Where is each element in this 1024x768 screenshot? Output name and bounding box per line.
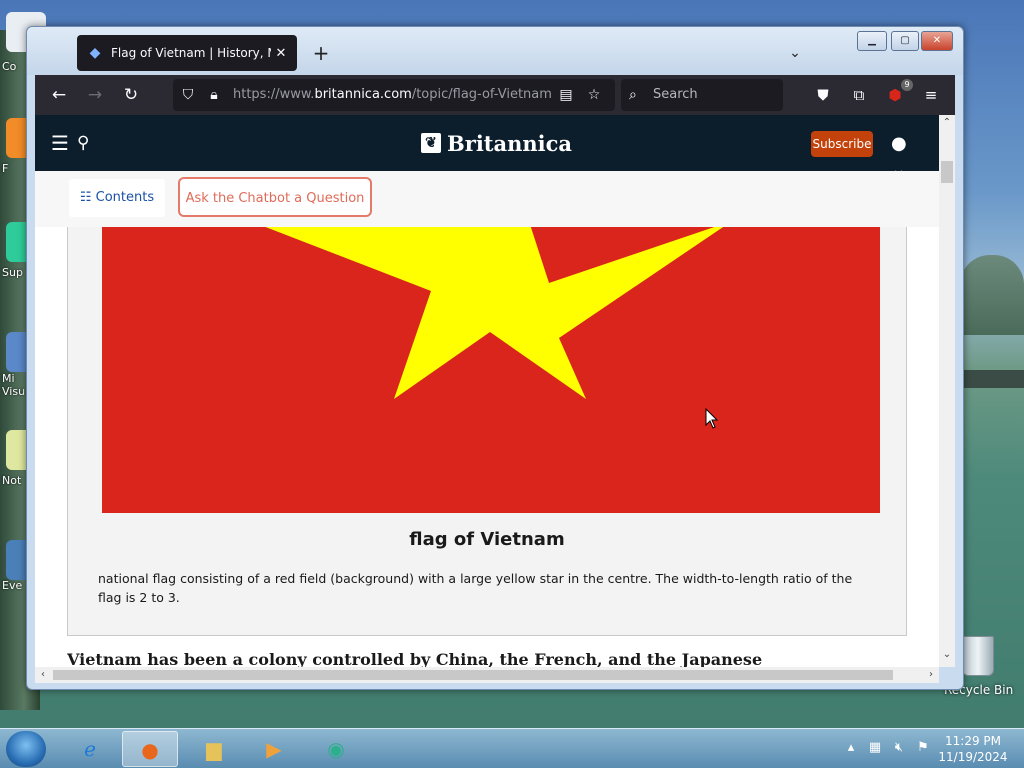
search-input[interactable]: ⌕ Search (621, 79, 783, 111)
user-account-icon[interactable]: ● ⌄ (891, 131, 925, 180)
desktop-icon-label: Co (2, 60, 17, 73)
navigation-toolbar: ← → ↻ ⛉ 🔒︎ https://www.britannica.com/to… (35, 75, 955, 115)
flag-svg (102, 227, 880, 513)
shield-icon[interactable]: ⛉ (177, 83, 199, 107)
tab-active[interactable]: ◆ Flag of Vietnam | History, Mean ✕ (77, 35, 297, 71)
tab-strip: ◆ Flag of Vietnam | History, Mean ✕ + ⌄ … (27, 27, 963, 75)
logo-text: Britannica (447, 130, 573, 156)
start-button[interactable] (6, 731, 46, 767)
article-toolbar: ☷ Contents Ask the Chatbot a Question (35, 171, 939, 227)
extension-badge: 9 (901, 79, 913, 91)
britannica-header: ☰ ⚲ ❦ Britannica Subscribe ● ⌄ (35, 115, 939, 180)
article-paragraph: Vietnam has been a colony controlled by … (67, 650, 763, 667)
url-bar[interactable]: ⛉ 🔒︎ https://www.britannica.com/topic/fl… (173, 79, 615, 111)
figure: flag of Vietnam national flag consisting… (67, 227, 907, 636)
new-tab-button[interactable]: + (309, 41, 333, 65)
britannica-logo[interactable]: ❦ Britannica (421, 129, 572, 157)
contents-button[interactable]: ☷ Contents (69, 179, 165, 217)
desktop-icon-label: Eve (2, 579, 23, 592)
vietnam-flag-image[interactable] (102, 227, 880, 513)
search-icon: ⌕ (629, 87, 637, 103)
mouse-cursor-icon (705, 408, 719, 429)
network-icon[interactable]: ▦ (866, 739, 884, 757)
taskbar-media-player-icon[interactable]: ▶ (246, 731, 302, 767)
site-search-icon[interactable]: ⚲ (77, 133, 99, 155)
list-all-tabs-chevron-icon[interactable]: ⌄ (783, 41, 807, 65)
pocket-icon[interactable]: ⛊ (811, 83, 835, 107)
contents-label: Contents (95, 190, 155, 205)
hamburger-menu-icon[interactable]: ≡ (919, 83, 943, 107)
taskbar-internet-explorer-icon[interactable]: ℯ (62, 731, 118, 767)
tab-title: Flag of Vietnam | History, Mean (111, 46, 271, 60)
bookmark-star-icon[interactable]: ☆ (583, 83, 605, 107)
reader-view-icon[interactable]: ▤ (555, 83, 577, 107)
action-center-flag-icon[interactable]: ⚑ (914, 739, 932, 757)
vertical-scroll-thumb[interactable] (941, 161, 953, 183)
minimize-button[interactable]: ▁ (857, 31, 887, 51)
figure-title: flag of Vietnam (409, 529, 565, 550)
scroll-up-arrow-icon[interactable]: ⌃ (939, 115, 955, 131)
horizontal-scroll-thumb[interactable] (53, 670, 893, 680)
taskbar-firefox-icon[interactable]: ● (122, 731, 178, 767)
lock-icon[interactable]: 🔒︎ (203, 83, 225, 107)
scroll-left-arrow-icon[interactable]: ‹ (35, 667, 51, 683)
url-text[interactable]: https://www.britannica.com/topic/flag-of… (233, 87, 553, 102)
desktop-icon-label: Not (2, 474, 22, 487)
ask-chatbot-button[interactable]: Ask the Chatbot a Question (178, 177, 372, 217)
britannica-favicon-icon: ◆ (89, 45, 101, 61)
show-hidden-icons-icon[interactable]: ▴ (842, 739, 860, 757)
figure-caption: national flag consisting of a red field … (98, 571, 853, 605)
taskbar-file-explorer-icon[interactable]: ▆ (186, 731, 242, 767)
list-icon: ☷ (79, 190, 92, 205)
browser-window: ◆ Flag of Vietnam | History, Mean ✕ + ⌄ … (26, 26, 964, 690)
subscribe-button[interactable]: Subscribe (811, 131, 873, 157)
clock-date: 11/19/2024 (938, 750, 1008, 764)
desktop-icon-label: Sup (2, 266, 23, 279)
tab-close-icon[interactable]: ✕ (271, 46, 291, 61)
search-placeholder: Search (653, 87, 698, 102)
forward-arrow-icon[interactable]: → (83, 83, 107, 107)
desktop-wallpaper-island (960, 255, 1024, 335)
desktop-wallpaper-boat (960, 370, 1024, 388)
horizontal-scrollbar[interactable]: ‹ › (35, 667, 939, 683)
britannica-thistle-icon: ❦ (421, 133, 441, 153)
taskbar-app-icon[interactable]: ◉ (308, 731, 364, 767)
desktop-icon-label: F (2, 162, 9, 175)
volume-muted-icon[interactable]: 🔇︎ (890, 739, 908, 757)
clock[interactable]: 11:29 PM 11/19/2024 (938, 733, 1008, 765)
extensions-puzzle-icon[interactable]: ⧉ (847, 83, 871, 107)
taskbar: ℯ ● ▆ ▶ ◉ ▴ ▦ 🔇︎ ⚑ 11:29 PM 11/19/2024 (0, 728, 1024, 768)
menu-icon[interactable]: ☰ (51, 133, 73, 155)
scroll-down-arrow-icon[interactable]: ⌄ (939, 647, 955, 663)
vertical-scrollbar[interactable]: ⌃ ⌄ (939, 115, 955, 667)
clock-time: 11:29 PM (945, 734, 1001, 748)
maximize-button[interactable]: ▢ (891, 31, 919, 51)
back-arrow-icon[interactable]: ← (47, 83, 71, 107)
scroll-right-arrow-icon[interactable]: › (923, 667, 939, 683)
web-page: ☰ ⚲ ❦ Britannica Subscribe ● ⌄ ☷ Content… (35, 115, 939, 667)
close-window-button[interactable]: ✕ (921, 31, 953, 51)
reload-icon[interactable]: ↻ (119, 83, 143, 107)
